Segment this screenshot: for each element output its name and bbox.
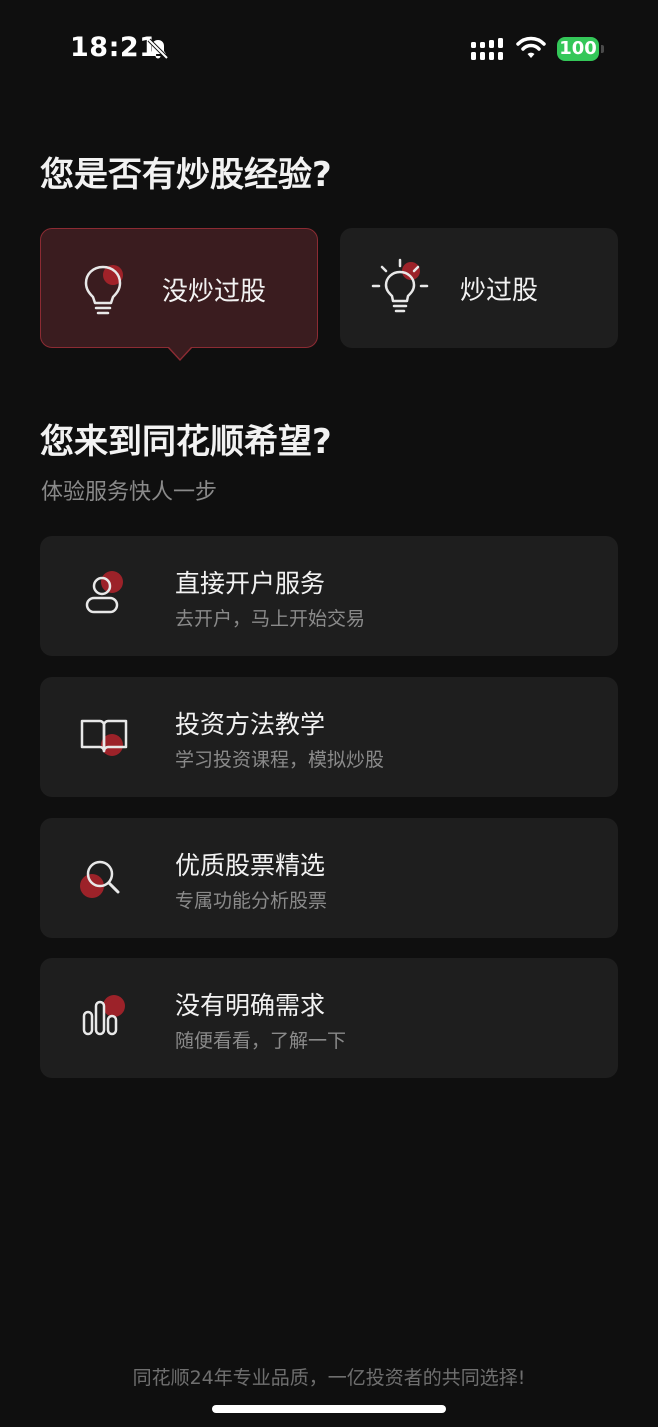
option-label: 没炒过股 xyxy=(162,277,267,307)
battery-indicator: 100 xyxy=(557,37,599,61)
service-title: 投资方法教学 xyxy=(175,710,326,739)
battery-tip xyxy=(601,45,604,53)
service-title: 没有明确需求 xyxy=(175,991,326,1020)
service-no-clear-need[interactable]: 没有明确需求 随便看看，了解一下 xyxy=(40,958,618,1078)
option-label: 炒过股 xyxy=(460,276,539,306)
service-desc: 专属功能分析股票 xyxy=(175,890,328,912)
service-open-account[interactable]: 直接开户服务 去开户，马上开始交易 xyxy=(40,536,618,656)
option-no-experience[interactable]: 没炒过股 xyxy=(40,228,318,361)
lightbulb-off-icon xyxy=(84,265,123,315)
lightbulb-on-icon xyxy=(371,258,429,313)
book-icon xyxy=(80,719,128,756)
service-desc: 去开户，马上开始交易 xyxy=(175,608,366,630)
footer-tagline: 同花顺24年专业品质，一亿投资者的共同选择! xyxy=(132,1367,526,1389)
signal-icon xyxy=(471,38,503,60)
service-title: 直接开户服务 xyxy=(175,569,326,598)
service-desc: 学习投资课程，模拟炒股 xyxy=(175,749,385,771)
experience-question: 您是否有炒股经验? xyxy=(40,155,332,195)
magnifier-icon xyxy=(80,860,120,898)
bell-off-icon xyxy=(147,38,169,60)
selected-pointer xyxy=(169,347,191,359)
home-indicator[interactable] xyxy=(212,1405,446,1413)
goals-question: 您来到同花顺希望? xyxy=(40,422,332,462)
service-desc: 随便看看，了解一下 xyxy=(175,1030,347,1052)
option-has-experience[interactable]: 炒过股 xyxy=(340,228,618,348)
status-bar: 18:21 100 xyxy=(0,0,658,100)
bar-chart-icon xyxy=(82,995,125,1036)
user-icon xyxy=(85,571,123,614)
goals-subtitle: 体验服务快人一步 xyxy=(41,480,218,505)
wifi-icon xyxy=(516,36,546,58)
service-title: 优质股票精选 xyxy=(175,851,326,880)
service-investment-teaching[interactable]: 投资方法教学 学习投资课程，模拟炒股 xyxy=(40,677,618,797)
service-stock-picks[interactable]: 优质股票精选 专属功能分析股票 xyxy=(40,818,618,938)
